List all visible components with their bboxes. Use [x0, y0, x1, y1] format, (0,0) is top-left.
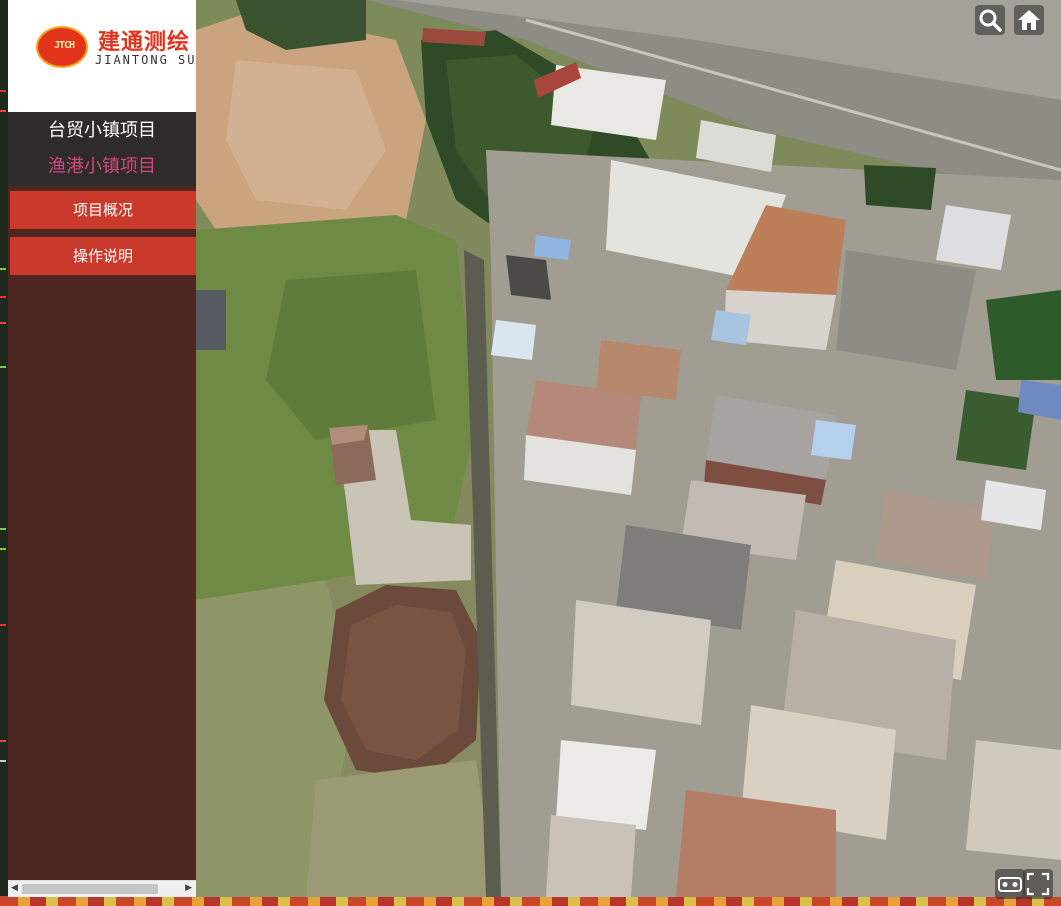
- desktop-bottom-strip: [0, 896, 1061, 906]
- brand-logo: JTCH 建通测绘 JIANTONG SURVEYING: [8, 0, 196, 112]
- project-item-yugang[interactable]: 渔港小镇项目: [8, 152, 196, 178]
- fullscreen-button[interactable]: [1023, 869, 1053, 899]
- project-item-taimao[interactable]: 台贸小镇项目: [8, 116, 196, 142]
- brand-emblem-text: JTCH: [53, 40, 75, 51]
- brand-name-en: JIANTONG SURVEYING: [95, 53, 196, 67]
- project-list: 台贸小镇项目 渔港小镇项目: [8, 112, 196, 186]
- search-icon: [979, 9, 1002, 32]
- vr-mode-button[interactable]: [995, 869, 1025, 899]
- search-button[interactable]: [975, 5, 1005, 35]
- sidebar: JTCH 建通测绘 JIANTONG SURVEYING 台贸小镇项目 渔港小镇…: [8, 0, 196, 897]
- vr-goggles-icon: [998, 877, 1022, 892]
- brand-name-cn: 建通测绘: [98, 30, 191, 55]
- home-icon: [1018, 10, 1040, 30]
- scroll-left-arrow-icon[interactable]: ◀: [11, 883, 18, 893]
- aerial-3d-scene[interactable]: [196, 0, 1061, 897]
- fullscreen-icon: [1026, 872, 1050, 896]
- instructions-button[interactable]: 操作说明: [10, 237, 196, 275]
- project-overview-button[interactable]: 项目概况: [10, 191, 196, 229]
- desktop-left-edge: [0, 0, 8, 906]
- aerial-scene-graphic: [196, 0, 1061, 897]
- sidebar-horizontal-scrollbar[interactable]: ◀ ▶: [8, 880, 196, 897]
- scroll-right-arrow-icon[interactable]: ▶: [185, 883, 192, 893]
- brand-emblem-icon: JTCH: [36, 26, 88, 68]
- scrollbar-thumb[interactable]: [22, 884, 158, 894]
- home-button[interactable]: [1014, 5, 1044, 35]
